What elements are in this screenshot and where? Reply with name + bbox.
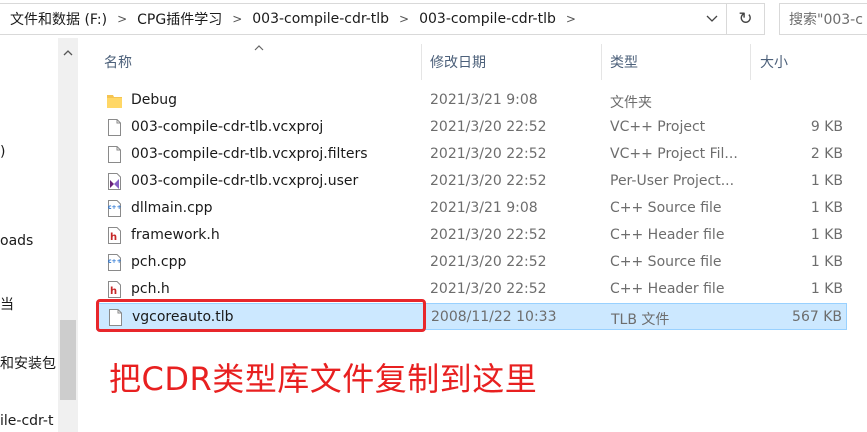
scrollbar-thumb[interactable]: [60, 320, 76, 400]
address-bar: 文件和数据 (F:) > CPG插件学习 > 003-compile-cdr-t…: [0, 0, 867, 38]
column-header-name[interactable]: 名称: [104, 52, 132, 72]
breadcrumb-project[interactable]: 003-compile-cdr-tlb: [242, 11, 389, 27]
file-date: 2008/11/22 10:33: [431, 309, 557, 325]
file-size: 9 KB: [810, 119, 843, 135]
breadcrumb-cpg[interactable]: CPG插件学习: [127, 9, 222, 29]
file-row[interactable]: c++ dllmain.cpp 2021/3/21 9:08 C++ Sourc…: [96, 195, 847, 222]
file-row[interactable]: 003-compile-cdr-tlb.vcxproj.user 2021/3/…: [96, 168, 847, 195]
column-headers: 名称 修改日期 类型 大小: [80, 38, 867, 84]
svg-text:c++: c++: [108, 258, 122, 265]
nav-item-project[interactable]: ile-cdr-t: [0, 413, 53, 429]
file-row[interactable]: h framework.h 2021/3/20 22:52 C++ Header…: [96, 222, 847, 249]
file-name: dllmain.cpp: [131, 200, 213, 216]
cpp-icon: c++: [108, 254, 122, 271]
breadcrumb[interactable]: 文件和数据 (F:) > CPG插件学习 > 003-compile-cdr-t…: [0, 3, 727, 35]
file-name: pch.cpp: [131, 254, 187, 270]
refresh-button[interactable]: ↻: [727, 3, 765, 35]
file-row[interactable]: 003-compile-cdr-tlb.vcxproj.filters 2021…: [96, 141, 847, 168]
column-divider[interactable]: [421, 44, 422, 80]
column-divider[interactable]: [750, 44, 751, 80]
file-type: C++ Header file: [610, 227, 725, 243]
column-divider[interactable]: [601, 44, 602, 80]
scroll-up-icon[interactable]: [63, 50, 73, 56]
file-date: 2021/3/20 22:52: [430, 146, 547, 162]
file-name: framework.h: [131, 227, 220, 243]
file-type: Per-User Project...: [610, 173, 735, 189]
nav-scrollbar[interactable]: [58, 38, 78, 432]
file-icon: [108, 119, 121, 136]
breadcrumb-current[interactable]: 003-compile-cdr-tlb: [409, 11, 556, 27]
file-type: C++ Source file: [610, 200, 722, 216]
breadcrumb-drive[interactable]: 文件和数据 (F:): [0, 9, 107, 29]
chevron-right-icon[interactable]: >: [107, 12, 127, 26]
file-date: 2021/3/20 22:52: [430, 173, 547, 189]
file-row[interactable]: c++ pch.cpp 2021/3/20 22:52 C++ Source f…: [96, 249, 847, 276]
nav-item[interactable]: 和安装包: [0, 353, 56, 373]
nav-item[interactable]: ): [0, 144, 5, 160]
header-icon: h: [108, 281, 121, 298]
chevron-right-icon[interactable]: >: [556, 12, 576, 26]
file-type: C++ Source file: [610, 254, 722, 270]
file-type: TLB 文件: [611, 312, 670, 328]
svg-text:h: h: [110, 232, 117, 243]
file-size: 1 KB: [810, 200, 843, 216]
column-header-size[interactable]: 大小: [760, 52, 788, 72]
file-size: 1 KB: [810, 281, 843, 297]
chevron-down-icon[interactable]: [696, 3, 727, 35]
file-type: VC++ Project Fil...: [610, 146, 738, 162]
file-type: 文件夹: [610, 95, 652, 111]
folder-icon: [107, 95, 122, 108]
file-date: 2021/3/21 9:08: [430, 92, 538, 108]
file-date: 2021/3/20 22:52: [430, 254, 547, 270]
chevron-right-icon[interactable]: >: [222, 12, 242, 26]
file-date: 2021/3/20 22:52: [430, 227, 547, 243]
sort-ascending-icon: [254, 45, 264, 51]
file-name: pch.h: [131, 281, 170, 297]
file-type: VC++ Project: [610, 119, 706, 135]
search-input[interactable]: 搜索"003-c: [779, 3, 867, 35]
column-header-type[interactable]: 类型: [610, 52, 638, 72]
cpp-icon: c++: [108, 200, 122, 217]
refresh-icon: ↻: [738, 9, 753, 29]
file-size: 1 KB: [810, 254, 843, 270]
file-type: C++ Header file: [610, 281, 725, 297]
file-row[interactable]: 003-compile-cdr-tlb.vcxproj 2021/3/20 22…: [96, 114, 847, 141]
svg-text:c++: c++: [108, 204, 122, 211]
file-name: Debug: [131, 92, 178, 108]
file-row[interactable]: Debug 2021/3/21 9:08 文件夹: [96, 87, 847, 114]
vs-user-icon: [108, 173, 121, 190]
file-size: 1 KB: [810, 227, 843, 243]
chevron-right-icon[interactable]: >: [389, 12, 409, 26]
annotation-highlight-box: [96, 299, 426, 332]
file-name: 003-compile-cdr-tlb.vcxproj.user: [131, 173, 359, 189]
annotation-text: 把CDR类型库文件复制到这里: [109, 360, 538, 398]
file-date: 2021/3/20 22:52: [430, 119, 547, 135]
file-date: 2021/3/20 22:52: [430, 281, 547, 297]
file-size: 2 KB: [810, 146, 843, 162]
svg-text:h: h: [110, 286, 117, 297]
file-name: 003-compile-cdr-tlb.vcxproj.filters: [131, 146, 368, 162]
nav-item[interactable]: 当: [0, 294, 14, 314]
file-icon: [108, 146, 121, 163]
file-date: 2021/3/21 9:08: [430, 200, 538, 216]
column-header-date[interactable]: 修改日期: [430, 52, 486, 72]
file-size: 1 KB: [810, 173, 843, 189]
file-name: 003-compile-cdr-tlb.vcxproj: [131, 119, 324, 135]
header-icon: h: [108, 227, 121, 244]
file-size: 567 KB: [792, 309, 842, 325]
nav-item-downloads[interactable]: oads: [0, 233, 33, 249]
